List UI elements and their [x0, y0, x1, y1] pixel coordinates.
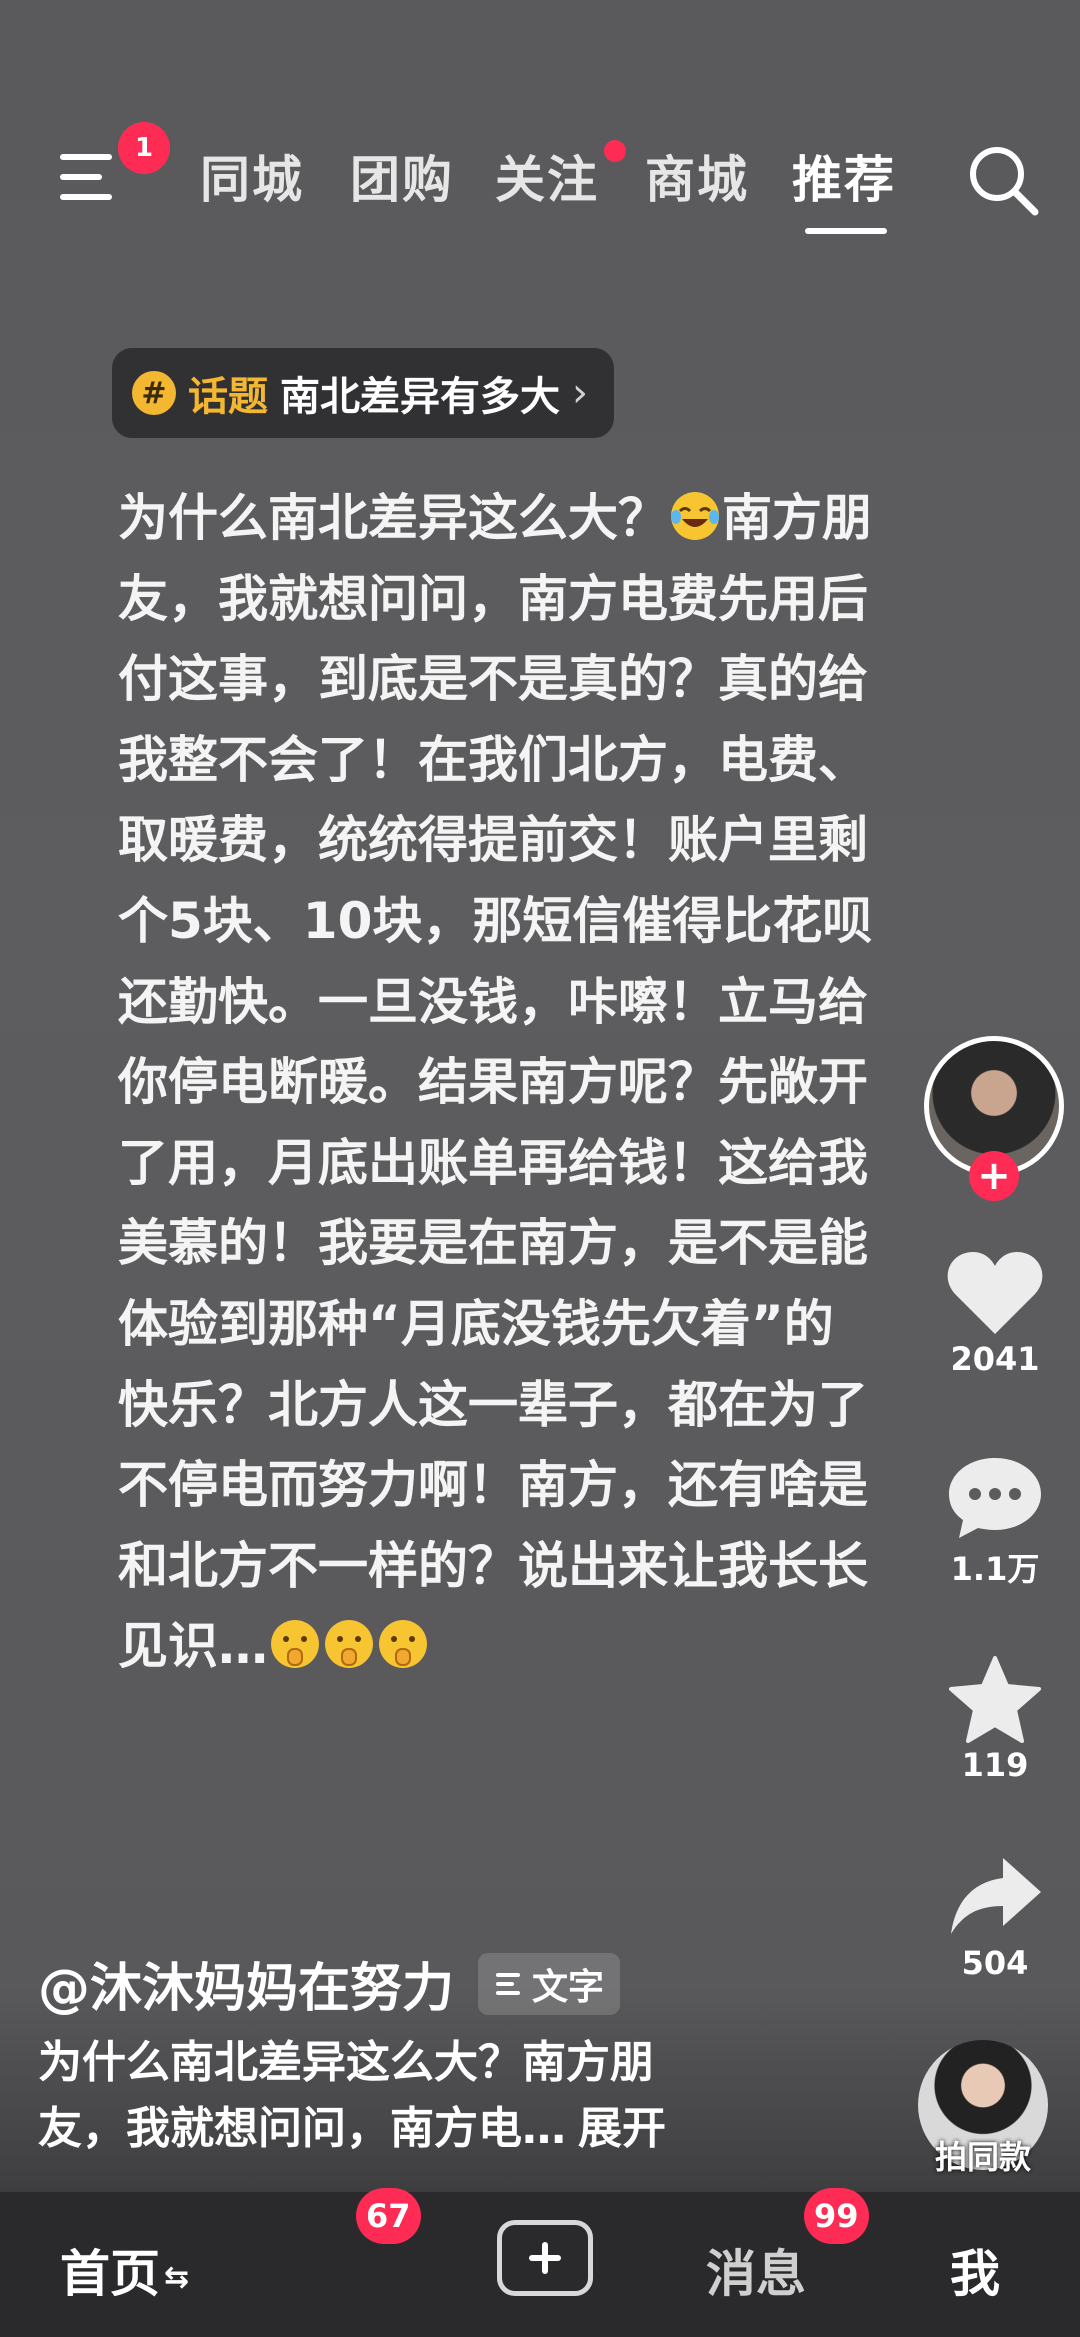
topic-name: 南北差异有多大 — [280, 374, 560, 420]
post-line: 美慕的！我要是在南方，是不是能 — [118, 1214, 868, 1273]
caption-line: 为什么南北差异这么大？南方朋 — [38, 2037, 654, 2088]
swap-icon: ⇆ — [164, 2260, 190, 2295]
post-line: 还勤快。一旦没钱，咔嚓！立马给 — [118, 972, 868, 1031]
follow-plus-button[interactable]: + — [969, 1151, 1019, 1201]
messages-badge: 99 — [804, 2188, 869, 2244]
search-icon[interactable] — [963, 140, 1043, 220]
tab-recommended[interactable]: 推荐 — [792, 140, 896, 212]
topic-chip[interactable]: # 话题 南北差异有多大 › — [112, 348, 614, 438]
hash-icon: # — [132, 371, 176, 415]
post-line: 付这事，到底是不是真的？真的给 — [118, 650, 868, 709]
active-tab-indicator — [805, 228, 887, 234]
menu-badge: 1 — [118, 122, 170, 174]
top-nav: 1 同城 团购 关注 商城 推荐 — [0, 0, 1080, 240]
shushing-face-emoji-icon — [379, 1620, 427, 1669]
favorite-button[interactable]: 119 — [940, 1654, 1050, 1784]
comment-count: 1.1万 — [950, 1550, 1040, 1588]
tab-nearby[interactable]: 同城 — [200, 140, 304, 212]
post-line: 个5块、10块，那短信催得比花呗 — [118, 891, 873, 950]
post-line: 了用，月底出账单再给钱！这给我 — [118, 1133, 868, 1192]
menu-icon[interactable] — [60, 150, 120, 210]
nav-home-label: 首页 — [60, 2245, 160, 2303]
share-arrow-icon — [951, 1858, 1041, 1934]
author-name[interactable]: @沐沐妈妈在努力 — [38, 1946, 454, 2021]
comment-icon — [949, 1458, 1041, 1538]
tab-following[interactable]: 关注 — [495, 140, 599, 212]
author-avatar-group: + — [924, 1036, 1064, 1201]
share-button[interactable]: 504 — [940, 1852, 1050, 1982]
author-row: @沐沐妈妈在努力 文字 — [38, 1946, 621, 2021]
text-tag-label: 文字 — [532, 1966, 605, 2008]
tab-mall[interactable]: 商城 — [645, 140, 749, 212]
post-line: 不停电而努力啊！南方，还有啥是 — [118, 1456, 868, 1515]
home-badge: 67 — [356, 2188, 421, 2244]
expand-link[interactable]: 展开 — [578, 2103, 666, 2154]
like-button[interactable]: 2041 — [940, 1248, 1050, 1378]
same-style-button[interactable]: 拍同款 — [918, 2040, 1048, 2176]
like-count: 2041 — [950, 1340, 1040, 1378]
post-line: 友，我就想问问，南方电费先用后 — [118, 569, 868, 628]
post-line: 取暖费，统统得提前交！账户里剩 — [118, 811, 868, 870]
heart-icon — [947, 1252, 1043, 1334]
post-line: 你停电断暖。结果南方呢？先敞开 — [118, 1053, 868, 1112]
post-line: 南方朋 — [722, 489, 872, 547]
same-style-label: 拍同款 — [934, 2138, 1031, 2176]
text-lines-icon — [496, 1972, 521, 1995]
caption-line: 友，我就想问问，南方电… — [38, 2103, 566, 2154]
shushing-face-emoji-icon — [325, 1620, 373, 1669]
caption: 为什么南北差异这么大？南方朋 友，我就想问问，南方电… 展开 — [38, 2030, 798, 2162]
plus-icon — [529, 2242, 561, 2274]
tab-group-buy[interactable]: 团购 — [350, 140, 454, 212]
laughing-crying-emoji-icon — [671, 492, 719, 540]
post-text: 为什么南北差异这么大？ 南方朋 友，我就想问问，南方电费先用后 付这事，到底是不… — [118, 478, 948, 1687]
comment-button[interactable]: 1.1万 — [940, 1452, 1050, 1590]
nav-me[interactable]: 我 — [950, 2234, 1000, 2306]
post-line: 快乐？北方人这一辈子，都在为了 — [118, 1375, 868, 1434]
nav-messages[interactable]: 消息 — [706, 2234, 806, 2306]
post-line: 我整不会了！在我们北方，电费、 — [118, 730, 868, 789]
following-dot — [604, 140, 626, 162]
chevron-right-icon: › — [572, 370, 588, 416]
topic-label: 话题 — [188, 374, 268, 420]
create-button[interactable] — [497, 2220, 593, 2296]
share-count: 504 — [961, 1944, 1029, 1982]
post-line: 和北方不一样的？说出来让我长长 — [118, 1536, 868, 1595]
post-line: 体验到那种“月底没钱先欠着”的 — [118, 1294, 834, 1353]
star-icon — [949, 1656, 1041, 1743]
post-line: 为什么南北差异这么大？ — [118, 489, 668, 547]
text-type-tag[interactable]: 文字 — [478, 1952, 621, 2015]
shushing-face-emoji-icon — [271, 1620, 319, 1669]
favorite-count: 119 — [961, 1746, 1029, 1784]
post-line: 见识… — [118, 1617, 268, 1676]
nav-home[interactable]: 首页 ⇆ — [60, 2234, 189, 2306]
